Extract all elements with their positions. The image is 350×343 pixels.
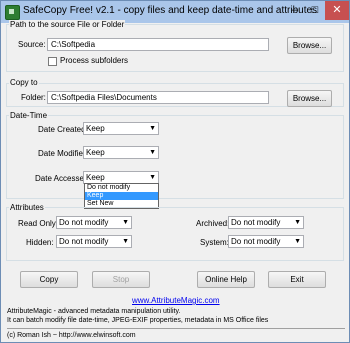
- read-only-select[interactable]: Do not modify ▼: [56, 216, 132, 229]
- footer-line-2: It can batch modify file date-time, JPEG…: [7, 317, 269, 324]
- date-created-value: Keep: [86, 124, 105, 133]
- hidden-label: Hidden:: [26, 238, 54, 247]
- app-icon: [5, 5, 20, 20]
- chevron-down-icon: ▼: [294, 219, 301, 226]
- online-help-button[interactable]: Online Help: [197, 271, 255, 288]
- chevron-down-icon: ▼: [294, 238, 301, 245]
- date-accessed-dropdown: Do not modify Keep Set New: [84, 183, 159, 209]
- archived-select[interactable]: Do not modify ▼: [228, 216, 304, 229]
- date-modified-select[interactable]: Keep ▼: [83, 146, 159, 159]
- footer-line-1: AttributeMagic - advanced metadata manip…: [7, 308, 181, 315]
- archived-label: Archived:: [196, 219, 230, 228]
- source-browse-button[interactable]: Browse...: [287, 37, 332, 54]
- attributemagic-link[interactable]: www.AttributeMagic.com: [132, 296, 220, 305]
- copy-button[interactable]: Copy: [20, 271, 78, 288]
- date-modified-value: Keep: [86, 148, 105, 157]
- close-button[interactable]: ✕: [325, 1, 349, 20]
- chevron-down-icon: ▼: [149, 125, 156, 132]
- source-path-input[interactable]: C:\Softpedia: [47, 38, 269, 51]
- chevron-down-icon: ▼: [149, 174, 156, 181]
- hidden-value: Do not modify: [59, 237, 109, 246]
- date-created-select[interactable]: Keep ▼: [83, 122, 159, 135]
- system-value: Do not modify: [231, 237, 281, 246]
- date-modified-label: Date Modified:: [38, 149, 90, 158]
- datetime-section-label: Date-Time: [9, 111, 49, 120]
- footer-divider: [7, 328, 345, 329]
- exit-button[interactable]: Exit: [268, 271, 326, 288]
- process-subfolders-checkbox[interactable]: [48, 57, 57, 66]
- source-label: Source:: [18, 40, 46, 49]
- maximize-button[interactable]: □: [305, 1, 325, 20]
- date-created-label: Date Created:: [38, 125, 88, 134]
- chevron-down-icon: ▼: [122, 219, 129, 226]
- hidden-select[interactable]: Do not modify ▼: [56, 235, 132, 248]
- system-select[interactable]: Do not modify ▼: [228, 235, 304, 248]
- chevron-down-icon: ▼: [122, 238, 129, 245]
- archived-value: Do not modify: [231, 218, 281, 227]
- window-title: SafeCopy Free! v2.1 - copy files and kee…: [23, 5, 318, 16]
- copyto-label: Folder:: [21, 93, 46, 102]
- chevron-down-icon: ▼: [149, 149, 156, 156]
- dropdown-option-keep[interactable]: Keep: [85, 192, 158, 200]
- read-only-value: Do not modify: [59, 218, 109, 227]
- minimize-button[interactable]: –: [285, 1, 305, 20]
- stop-button[interactable]: Stop: [92, 271, 150, 288]
- date-accessed-value: Keep: [86, 173, 105, 182]
- main-window: SafeCopy Free! v2.1 - copy files and kee…: [0, 0, 350, 343]
- copyto-section-label: Copy to: [9, 78, 39, 87]
- footer-copyright: (c) Roman Ish ~ http://www.elwinsoft.com: [7, 332, 136, 339]
- copyto-browse-button[interactable]: Browse...: [287, 90, 332, 107]
- read-only-label: Read Only:: [18, 219, 59, 228]
- attributes-section-label: Attributes: [9, 203, 45, 212]
- process-subfolders-label: Process subfolders: [60, 56, 129, 65]
- copyto-path-input[interactable]: C:\Softpedia Files\Documents: [47, 91, 269, 104]
- source-section-label: Path to the source File or Folder: [9, 20, 126, 29]
- dropdown-option-do-not-modify[interactable]: Do not modify: [85, 184, 158, 192]
- system-label: System:: [200, 238, 229, 247]
